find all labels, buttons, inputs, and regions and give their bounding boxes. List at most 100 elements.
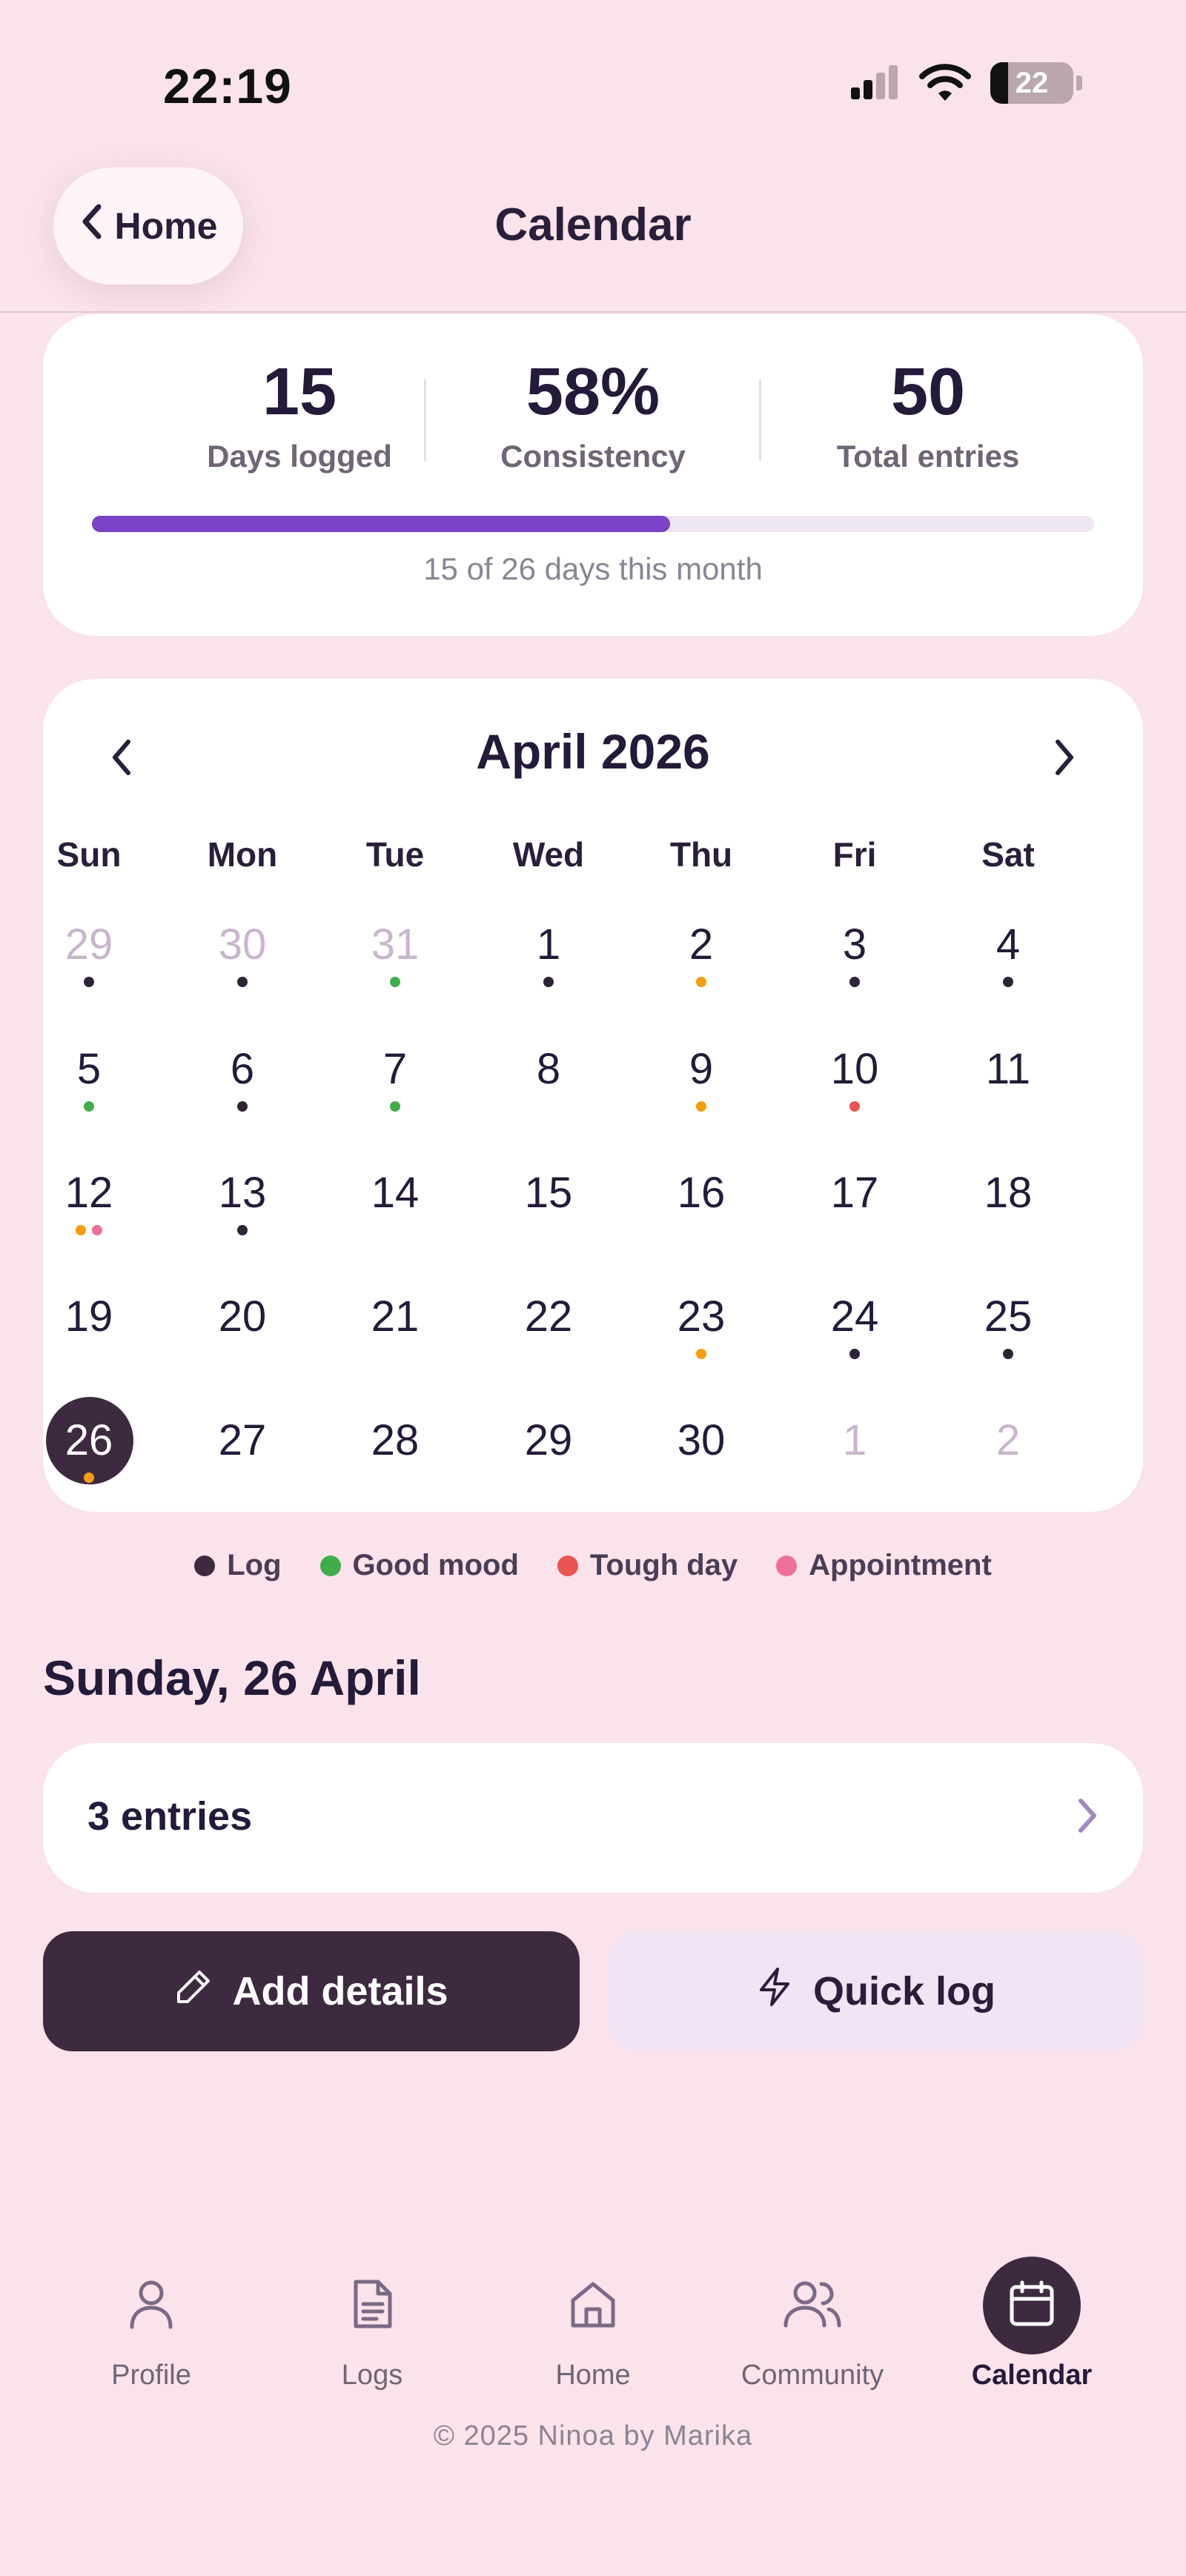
stat-days-logged: 15 Days logged xyxy=(151,359,448,474)
day-cell[interactable]: 11 xyxy=(949,1027,1067,1138)
day-cell[interactable]: 21 xyxy=(336,1275,454,1386)
status-time: 22:19 xyxy=(163,59,292,113)
day-cell[interactable]: 4 xyxy=(949,903,1067,1014)
day-number: 17 xyxy=(830,1169,879,1217)
day-cell[interactable]: 19 xyxy=(30,1275,148,1386)
day-cell[interactable]: 29 xyxy=(489,1398,608,1510)
day-number: 8 xyxy=(536,1045,561,1093)
day-markers xyxy=(795,977,914,987)
stat-value: 58% xyxy=(526,355,660,429)
day-cell[interactable]: 22 xyxy=(489,1275,608,1386)
wifi-icon xyxy=(919,64,971,102)
day-markers xyxy=(949,977,1067,987)
legend-item-appointment: Appointment xyxy=(776,1549,992,1582)
marker-dot-good xyxy=(390,977,400,987)
quick-log-button[interactable]: Quick log xyxy=(608,1931,1143,2051)
legend-item-good: Good mood xyxy=(319,1549,519,1582)
day-cell[interactable]: 16 xyxy=(642,1151,761,1262)
weekday-label: Wed xyxy=(512,835,585,874)
marker-dot-orange xyxy=(696,1101,706,1112)
day-number: 4 xyxy=(995,920,1021,969)
marker-dot-log xyxy=(237,1101,248,1112)
day-cell[interactable]: 23 xyxy=(642,1275,761,1386)
day-cell[interactable]: 24 xyxy=(795,1275,914,1386)
weekday-label: Tue xyxy=(365,835,425,874)
marker-dot-log xyxy=(849,1349,860,1359)
day-cell[interactable]: 2 xyxy=(642,903,761,1014)
day-cell[interactable]: 6 xyxy=(183,1027,302,1138)
lightning-icon xyxy=(755,1966,794,2017)
marker-dot-orange xyxy=(84,1473,94,1483)
day-cell[interactable]: 13 xyxy=(183,1151,302,1262)
day-cell[interactable]: 30 xyxy=(183,903,302,1014)
day-cell[interactable]: 30 xyxy=(642,1398,761,1510)
day-number: 1 xyxy=(842,1416,867,1464)
legend-label: Tough day xyxy=(589,1549,738,1581)
pencil-icon xyxy=(174,1968,213,2016)
entries-card[interactable]: 3 entries xyxy=(43,1743,1143,1893)
legend-dot xyxy=(776,1555,798,1576)
day-cell[interactable]: 1 xyxy=(489,903,608,1014)
day-markers xyxy=(336,977,454,987)
stat-value: 50 xyxy=(890,355,966,429)
nav-community[interactable]: Community xyxy=(716,2257,909,2391)
day-cell[interactable]: 1 xyxy=(795,1398,914,1510)
nav-profile[interactable]: Profile xyxy=(55,2257,248,2391)
marker-dot-log xyxy=(237,977,248,987)
nav-logs[interactable]: Logs xyxy=(276,2257,468,2391)
legend-item-log: Log xyxy=(194,1549,282,1582)
day-number: 21 xyxy=(371,1292,420,1341)
marker-dot-good xyxy=(84,1101,94,1112)
day-cell[interactable]: 31 xyxy=(336,903,454,1014)
day-cell[interactable]: 12 xyxy=(30,1151,148,1262)
day-cell[interactable]: 27 xyxy=(183,1398,302,1510)
marker-dot-log xyxy=(237,1225,248,1235)
day-cell-today[interactable]: 26 xyxy=(30,1397,148,1510)
legend-label: Good mood xyxy=(352,1549,519,1581)
day-number: 20 xyxy=(218,1292,267,1341)
day-number: 28 xyxy=(371,1416,420,1464)
day-cell[interactable]: 20 xyxy=(183,1275,302,1386)
day-cell[interactable]: 5 xyxy=(30,1027,148,1138)
day-number: 29 xyxy=(524,1416,573,1464)
day-markers xyxy=(183,1225,302,1235)
next-month-button[interactable] xyxy=(1035,729,1094,789)
day-cell[interactable]: 25 xyxy=(949,1275,1067,1386)
battery-icon: 22 xyxy=(990,62,1073,104)
day-number: 30 xyxy=(677,1416,726,1464)
day-markers xyxy=(642,1101,761,1112)
nav-home[interactable]: Home xyxy=(497,2257,689,2391)
day-number: 1 xyxy=(536,920,561,969)
stat-label: Total entries xyxy=(836,439,1020,474)
day-cell[interactable]: 7 xyxy=(336,1027,454,1138)
day-markers xyxy=(489,977,608,987)
add-details-button[interactable]: Add details xyxy=(43,1931,580,2051)
day-cell[interactable]: 29 xyxy=(30,903,148,1014)
stat-label: Consistency xyxy=(500,439,686,474)
day-cell[interactable]: 14 xyxy=(336,1151,454,1262)
day-cell[interactable]: 15 xyxy=(489,1151,608,1262)
day-cell[interactable]: 9 xyxy=(642,1027,761,1138)
day-number: 5 xyxy=(76,1045,102,1093)
nav-calendar[interactable]: Calendar xyxy=(935,2257,1128,2391)
day-number: 13 xyxy=(218,1169,267,1217)
day-cell[interactable]: 8 xyxy=(489,1027,608,1138)
day-cell[interactable]: 3 xyxy=(795,903,914,1014)
day-number: 16 xyxy=(677,1169,726,1217)
day-cell[interactable]: 18 xyxy=(949,1151,1067,1262)
day-markers xyxy=(642,1349,761,1359)
day-number: 12 xyxy=(64,1169,113,1217)
stat-value: 15 xyxy=(262,355,337,429)
legend: Log Good mood Tough day Appointment xyxy=(0,1549,1186,1582)
day-cell[interactable]: 28 xyxy=(336,1398,454,1510)
day-cell[interactable]: 10 xyxy=(795,1027,914,1138)
quick-log-label: Quick log xyxy=(812,1969,996,2014)
day-markers xyxy=(30,1225,148,1235)
day-cell[interactable]: 2 xyxy=(949,1398,1067,1510)
day-markers xyxy=(30,977,148,987)
stat-divider xyxy=(759,379,761,461)
marker-dot-orange xyxy=(76,1225,86,1235)
marker-dot-log xyxy=(84,977,94,987)
chevron-right-icon xyxy=(1076,1796,1099,1839)
day-cell[interactable]: 17 xyxy=(795,1151,914,1262)
